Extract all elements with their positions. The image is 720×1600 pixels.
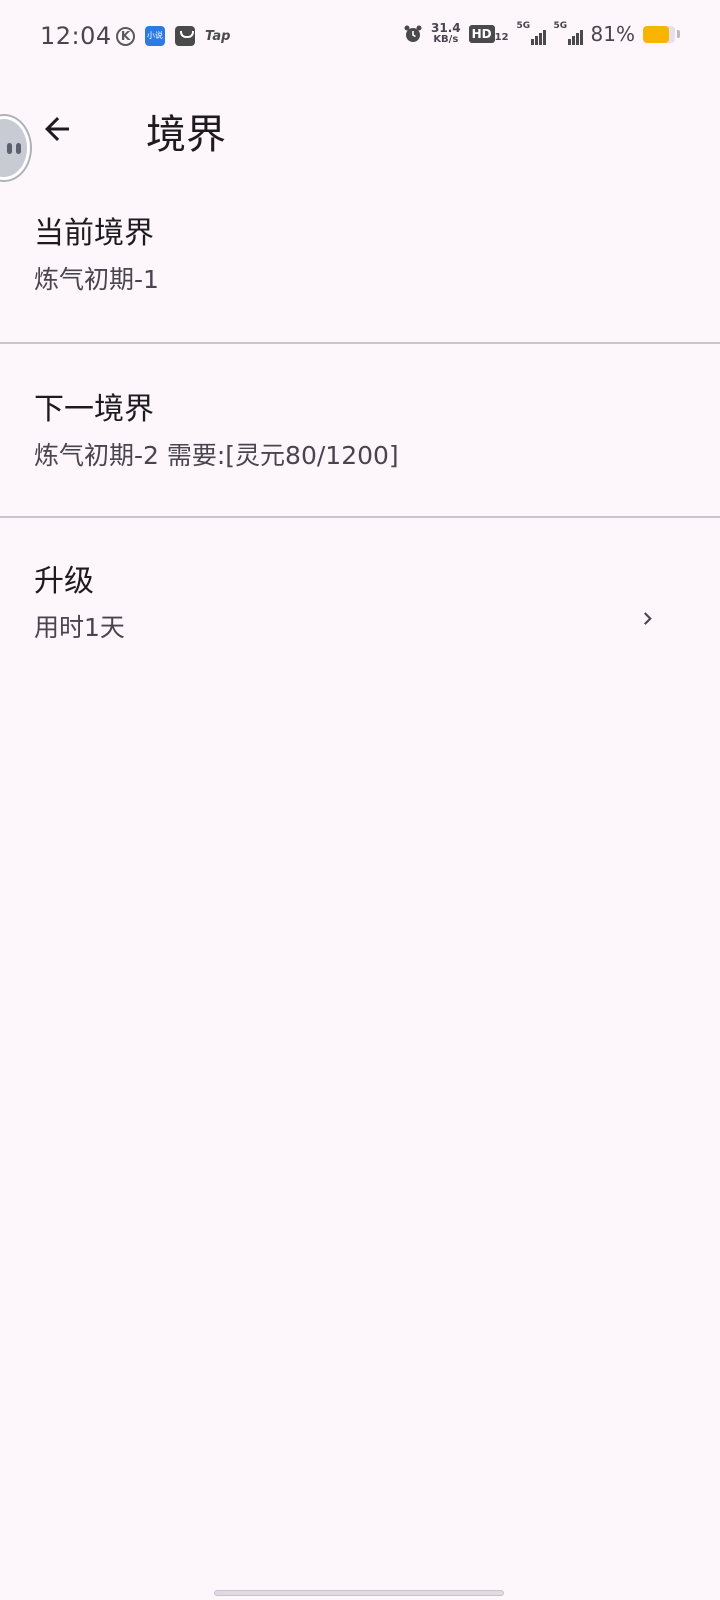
battery-icon (643, 25, 675, 43)
arrow-left-icon (45, 117, 69, 141)
list-item-subtitle: 用时1天 (34, 613, 125, 642)
chevron-right-icon (644, 612, 652, 625)
signal-1-label: 5G (516, 21, 531, 31)
k-app-icon: K (116, 26, 135, 46)
hd-icon: HD (468, 25, 495, 43)
tap-app-icon: Tap (205, 28, 231, 44)
realm-list: 当前境界 炼气初期-1 下一境界 炼气初期-2 需要:[灵元80/1200] 升… (0, 168, 720, 690)
shopping-bag-icon (175, 26, 195, 46)
novel-app-label: 小说 (147, 31, 163, 40)
back-button[interactable] (34, 106, 80, 152)
list-item-title: 当前境界 (34, 216, 154, 251)
novel-app-icon: 小说 (145, 26, 165, 46)
list-item-subtitle: 炼气初期-1 (34, 265, 159, 294)
network-speed-value: 31.4 (431, 21, 461, 35)
list-item-subtitle: 炼气初期-2 需要:[灵元80/1200] (34, 441, 399, 470)
signal-2-icon: 5G (553, 21, 583, 45)
assistant-face-icon (7, 142, 21, 154)
battery-percent: 81% (590, 22, 635, 46)
notification-icons: K 小说 Tap (116, 26, 230, 46)
list-item-upgrade[interactable]: 升级 用时1天 (0, 518, 720, 690)
network-speed-unit: KB/s (433, 34, 459, 45)
list-item-next-realm: 下一境界 炼气初期-2 需要:[灵元80/1200] (0, 344, 720, 516)
status-bar: 12:04 K 小说 Tap 31.4 KB/s HD 12 5G 5G 81% (0, 0, 720, 78)
signal-2-label: 5G (553, 21, 568, 31)
page-title: 境界 (146, 112, 226, 158)
app-bar: 境界 (0, 90, 720, 168)
system-icons: 31.4 KB/s HD 12 5G 5G 81% (403, 21, 680, 46)
hd-indicator: HD 12 (468, 25, 509, 43)
signal-1-icon: 5G (516, 21, 546, 45)
home-indicator[interactable] (214, 1590, 504, 1596)
list-item-title: 升级 (34, 564, 94, 599)
battery-fill (643, 25, 669, 43)
list-item-current-realm: 当前境界 炼气初期-1 (0, 168, 720, 342)
battery-cap (677, 30, 680, 38)
alarm-icon (404, 25, 422, 42)
hd-sim-number: 12 (494, 32, 509, 43)
network-speed: 31.4 KB/s (431, 22, 461, 46)
list-item-title: 下一境界 (34, 392, 154, 427)
status-time: 12:04 (40, 22, 112, 50)
